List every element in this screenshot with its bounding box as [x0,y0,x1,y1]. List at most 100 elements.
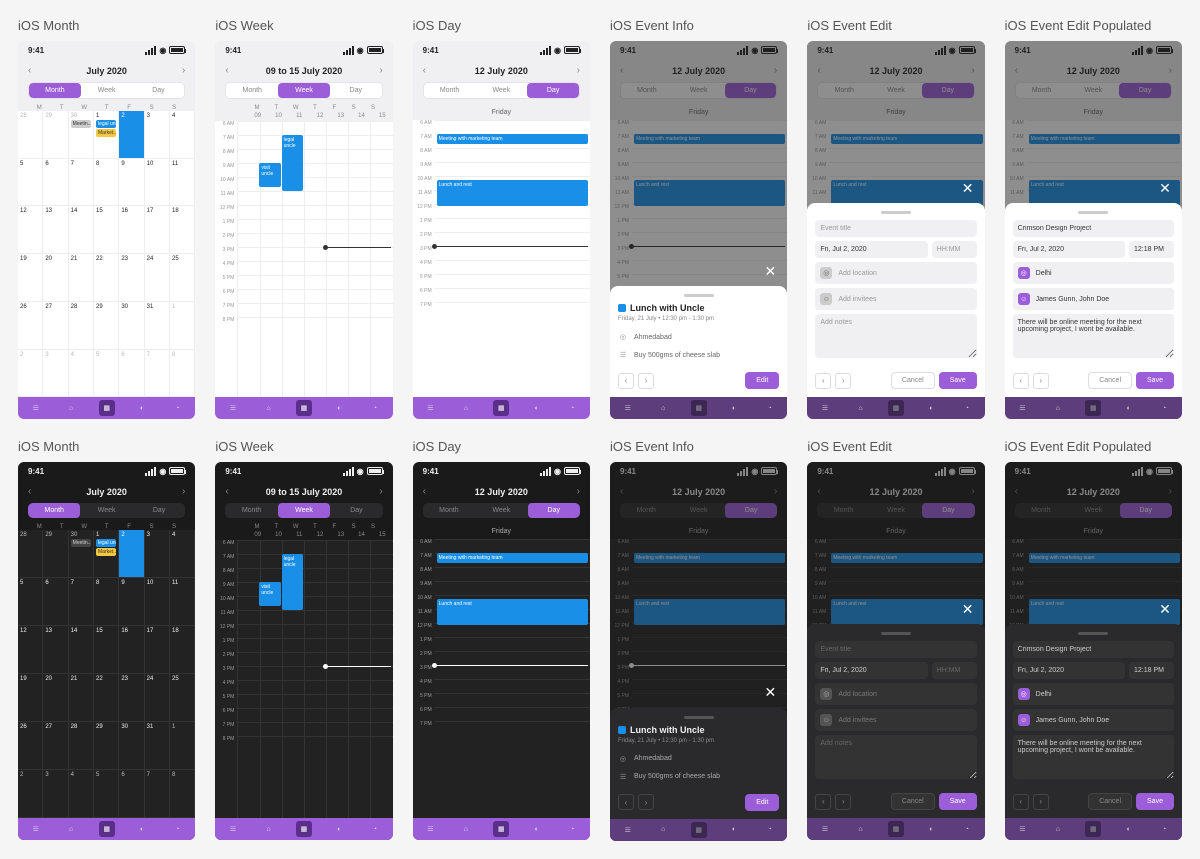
chat-icon[interactable]: ◐ [726,400,742,416]
seg-week[interactable]: Week [278,83,330,98]
seg-week[interactable]: Week [870,83,922,98]
month-cell[interactable]: 31 [145,302,170,350]
next-button[interactable]: › [379,486,382,497]
month-cell[interactable]: 20 [43,254,68,302]
calendar-icon[interactable]: ▦ [691,822,707,838]
month-cell[interactable]: 7 [69,578,94,626]
month-cell[interactable]: 16 [119,626,144,674]
menu-icon[interactable]: ☰ [620,822,636,838]
seg-month[interactable]: Month [621,83,673,98]
seg-month[interactable]: Month [620,503,672,518]
bell-icon[interactable]: ◔ [564,400,580,416]
event-block[interactable]: Lunch and rest [634,599,785,625]
event-block[interactable]: Meeting with marketing team [437,553,588,563]
month-cell[interactable]: 2 [18,770,43,818]
chat-icon[interactable]: ◐ [726,822,742,838]
event-block[interactable]: Lunch and rest [437,599,588,625]
month-cell[interactable]: 24 [145,254,170,302]
month-cell[interactable]: 27 [43,722,68,770]
seg-day[interactable]: Day [527,83,579,98]
bell-icon[interactable]: ◔ [367,821,383,837]
view-segmented[interactable]: MonthWeekDay [1015,503,1172,518]
month-cell[interactable]: 5 [94,350,119,398]
month-cell[interactable]: 17 [145,206,170,254]
menu-icon[interactable]: ☰ [422,821,438,837]
seg-day[interactable]: Day [1120,503,1172,518]
seg-month[interactable]: Month [818,83,870,98]
month-cell[interactable]: 30 [119,722,144,770]
bell-icon[interactable]: ◔ [170,400,186,416]
calendar-icon[interactable]: ▦ [296,821,312,837]
month-cell[interactable]: 29 [94,302,119,350]
view-segmented[interactable]: MonthWeekDay [423,82,580,99]
next-button[interactable]: › [577,65,580,76]
menu-icon[interactable]: ☰ [225,400,241,416]
view-segmented[interactable]: MonthWeekDay [817,503,974,518]
event-block[interactable]: Meeting with marketing team [831,134,982,144]
month-cell[interactable]: 4 [69,350,94,398]
month-cell[interactable]: 23 [119,254,144,302]
month-cell[interactable]: 1legal uncleMarket... [94,111,119,159]
bell-icon[interactable]: ◔ [959,821,975,837]
chat-icon[interactable]: ◐ [923,400,939,416]
view-segmented[interactable]: MonthWeekDay [620,82,777,99]
view-segmented[interactable]: MonthWeekDay [225,82,382,99]
month-cell[interactable]: 7 [69,159,94,207]
month-cell[interactable]: 14 [69,626,94,674]
month-cell[interactable]: 13 [43,206,68,254]
month-cell[interactable]: 3 [145,111,170,159]
seg-month[interactable]: Month [225,503,277,518]
home-icon[interactable]: ⌂ [261,821,277,837]
event-block[interactable]: Lunch and rest [831,180,982,206]
seg-day[interactable]: Day [528,503,580,518]
bell-icon[interactable]: ◔ [762,822,778,838]
event-block[interactable]: legal uncle [282,554,304,610]
calendar-icon[interactable]: ▦ [888,400,904,416]
month-cell[interactable]: 24 [145,674,170,722]
month-cell[interactable]: 30 [119,302,144,350]
view-segmented[interactable]: MonthWeekDay [620,503,777,518]
chat-icon[interactable]: ◐ [331,400,347,416]
menu-icon[interactable]: ☰ [225,821,241,837]
seg-week[interactable]: Week [475,503,527,518]
bell-icon[interactable]: ◔ [959,400,975,416]
home-icon[interactable]: ⌂ [655,400,671,416]
month-cell[interactable]: 28 [69,722,94,770]
seg-day[interactable]: Day [1119,83,1171,98]
month-cell[interactable]: 1 [170,722,195,770]
seg-day[interactable]: Day [330,83,382,98]
month-cell[interactable]: 18 [170,626,195,674]
event-block[interactable]: Lunch and rest [437,180,588,206]
chat-icon[interactable]: ◐ [529,821,545,837]
month-cell[interactable]: 18 [170,206,195,254]
event-block[interactable]: Meeting with marketing team [1029,553,1180,563]
month-cell[interactable]: 3 [43,350,68,398]
event-block[interactable]: legal uncle [282,135,304,191]
event-chip[interactable]: Market... [96,548,116,556]
menu-icon[interactable]: ☰ [620,400,636,416]
month-cell[interactable]: 6 [43,578,68,626]
home-icon[interactable]: ⌂ [1050,821,1066,837]
seg-month[interactable]: Month [423,503,475,518]
bell-icon[interactable]: ◔ [1156,821,1172,837]
month-cell[interactable]: 11 [170,578,195,626]
month-cell[interactable]: 29 [94,722,119,770]
month-cell[interactable]: 8 [170,350,195,398]
next-button[interactable]: › [1169,65,1172,76]
month-cell[interactable]: 28 [18,111,43,159]
next-button[interactable]: › [182,65,185,76]
event-chip[interactable]: Meetin... [71,539,91,547]
month-cell[interactable]: 4 [170,530,195,578]
next-button[interactable]: › [577,486,580,497]
month-cell[interactable]: 10 [145,578,170,626]
next-button[interactable]: › [971,65,974,76]
seg-week[interactable]: Week [81,83,133,98]
home-icon[interactable]: ⌂ [261,400,277,416]
event-block[interactable]: Meeting with marketing team [437,134,588,144]
seg-week[interactable]: Week [1067,503,1119,518]
month-cell[interactable]: 29 [43,530,68,578]
bell-icon[interactable]: ◔ [1156,400,1172,416]
seg-month[interactable]: Month [226,83,278,98]
seg-month[interactable]: Month [424,83,476,98]
event-block[interactable]: Meeting with marketing team [634,553,785,563]
